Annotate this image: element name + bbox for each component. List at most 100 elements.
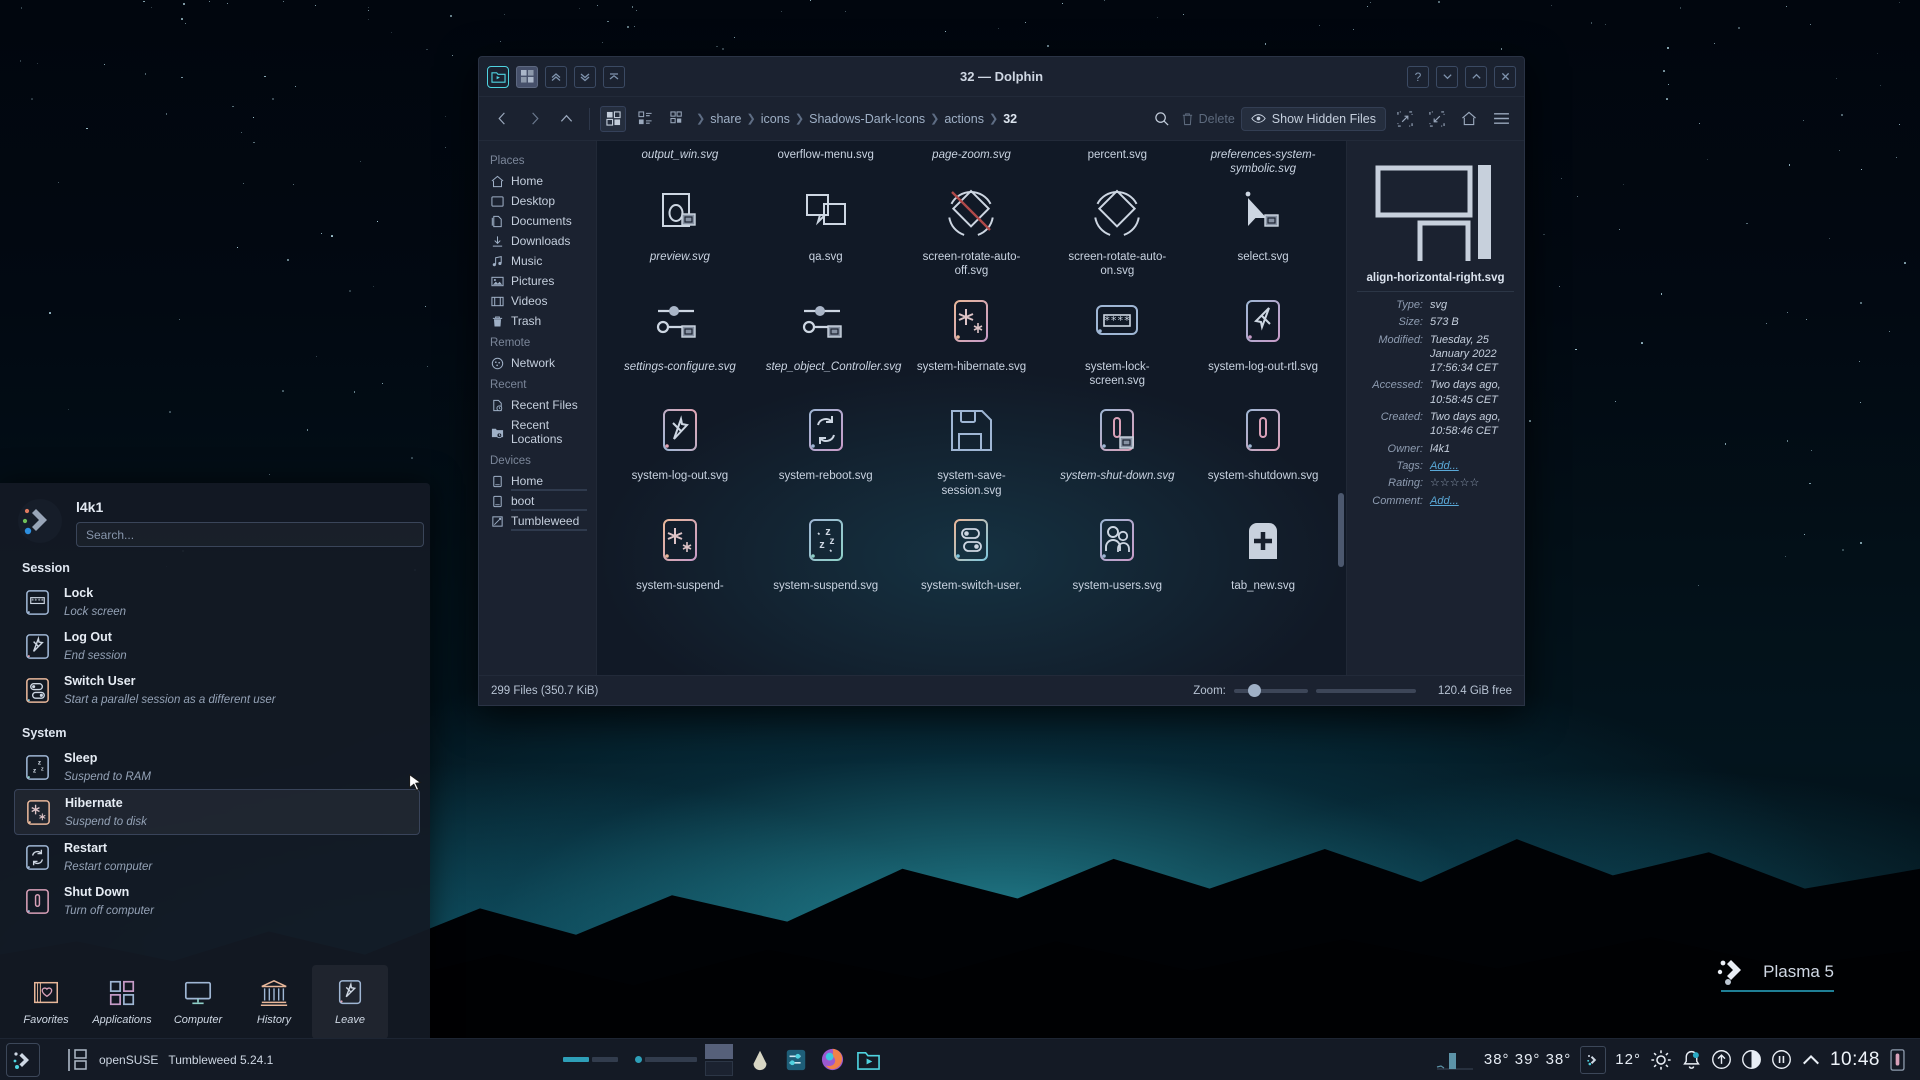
dolphin-icon[interactable] (853, 1045, 883, 1075)
file-grid-row[interactable]: preview.svg qa.svg screen-rotate-auto-of… (597, 177, 1346, 287)
tab-favorites[interactable]: Favorites (8, 965, 84, 1039)
file-item-screen-rotate-auto-on[interactable]: screen-rotate-auto-on.svg (1044, 177, 1190, 287)
place-item-documents[interactable]: Documents (479, 211, 596, 231)
plasma-tray-icon[interactable] (1580, 1045, 1607, 1074)
maximize-button[interactable] (1465, 65, 1487, 88)
pager-row-2[interactable] (635, 1056, 698, 1063)
place-item-recent-files[interactable]: Recent Files (479, 395, 596, 415)
pager-desktop-1[interactable] (563, 1057, 590, 1062)
sun-icon[interactable] (1650, 1049, 1672, 1071)
minimize-button[interactable] (1436, 65, 1458, 88)
file-item-qa[interactable]: qa.svg (753, 177, 899, 287)
place-item-trash[interactable]: Trash (479, 311, 596, 331)
file-item-system-reboot[interactable]: system-reboot.svg (753, 396, 899, 506)
file-label[interactable]: output_win.svg (642, 148, 719, 177)
file-label[interactable]: percent.svg (1088, 148, 1147, 177)
tab-history[interactable]: History (236, 965, 312, 1039)
file-grid-row[interactable]: system-log-out.svg system-reboot.svg sys… (597, 396, 1346, 506)
compact-view-icon[interactable] (632, 106, 658, 132)
file-item-tab-new[interactable]: tab_new.svg (1190, 506, 1336, 601)
tab-applications[interactable]: Applications (84, 965, 160, 1039)
kickoff-launcher[interactable]: l4k1 Search... Session **** Lock Lock sc… (0, 483, 430, 1043)
file-item-system-log-out[interactable]: system-log-out.svg (607, 396, 753, 506)
file-item-system-save-session[interactable]: system-save-session.svg (899, 396, 1045, 506)
krita-icon[interactable] (745, 1045, 775, 1075)
file-grid-row[interactable]: system-suspend- zzz system-suspend.svg s… (597, 506, 1346, 601)
folder-icon[interactable] (487, 65, 509, 88)
pager-icon[interactable] (705, 1043, 734, 1076)
clock[interactable]: 10:48 (1830, 1049, 1880, 1071)
file-item-settings-configure[interactable]: settings-configure.svg (607, 287, 753, 397)
collapse-up-icon[interactable] (603, 65, 625, 88)
breadcrumb[interactable]: ❯ share ❯ icons ❯ Shadows-Dark-Icons ❯ a… (696, 112, 1143, 126)
place-item-downloads[interactable]: Downloads (479, 231, 596, 251)
place-item-desktop[interactable]: Desktop (479, 191, 596, 211)
file-label[interactable]: preferences-system-symbolic.svg (1203, 148, 1323, 177)
system-tray[interactable]: 38° 39° 38° 12° 10:48 (1435, 1045, 1914, 1074)
forward-arrow-icon[interactable] (521, 106, 547, 132)
home-icon[interactable] (1456, 106, 1482, 132)
pager-row-1[interactable] (563, 1057, 619, 1062)
file-label[interactable]: page-zoom.svg (932, 148, 1011, 177)
breadcrumb-item-actions[interactable]: actions (944, 112, 984, 126)
updates-icon[interactable] (1711, 1049, 1732, 1070)
tab-computer[interactable]: Computer (160, 965, 236, 1039)
dolphin-window[interactable]: 32 — Dolphin ? ❯ share ❯ icons ❯ Shadows… (478, 56, 1525, 706)
avatar[interactable] (18, 499, 62, 543)
comment-add-link[interactable]: Add... (1430, 495, 1459, 507)
zoom-slider-track-right[interactable] (1315, 688, 1416, 693)
chevron-up-double-icon[interactable] (545, 65, 567, 88)
settings-sliders-icon[interactable] (781, 1045, 811, 1075)
rating-stars[interactable]: ☆☆☆☆☆ (1430, 476, 1479, 490)
file-label[interactable]: overflow-menu.svg (777, 148, 874, 177)
file-item-system-hibernate[interactable]: system-hibernate.svg (899, 287, 1045, 397)
file-item-select[interactable]: select.svg (1190, 177, 1336, 287)
file-item-system-shut-down[interactable]: system-shut-down.svg (1044, 396, 1190, 506)
media-pause-icon[interactable] (1771, 1049, 1792, 1070)
dolphin-toolbar[interactable]: ❯ share ❯ icons ❯ Shadows-Dark-Icons ❯ a… (479, 97, 1524, 141)
place-item-device-boot[interactable]: boot (479, 491, 596, 511)
kickoff-item-hibernate[interactable]: Hibernate Suspend to disk (14, 789, 420, 835)
show-hidden-files-button[interactable]: Show Hidden Files (1240, 106, 1386, 131)
notifications-bell-icon[interactable] (1681, 1049, 1702, 1070)
collapse-view-icon[interactable] (1424, 106, 1450, 132)
file-item-system-suspend[interactable]: zzz system-suspend.svg (753, 506, 899, 601)
file-item-preview[interactable]: preview.svg (607, 177, 753, 287)
pager-indicator[interactable] (635, 1056, 643, 1063)
file-grid-scrollbar[interactable] (1338, 493, 1344, 567)
taskbar-item-opensuse[interactable]: openSUSE Tumbleweed 5.24.1 (57, 1048, 283, 1072)
close-button[interactable] (1494, 65, 1516, 88)
dolphin-titlebar[interactable]: 32 — Dolphin ? (479, 57, 1524, 97)
show-hidden-tray-icon[interactable] (1801, 1050, 1821, 1070)
breadcrumb-item-icons[interactable]: icons (761, 112, 790, 126)
file-item-system-lock-screen[interactable]: **** system-lock-screen.svg (1044, 287, 1190, 397)
zoom-slider-handle[interactable] (1247, 683, 1261, 697)
place-item-pictures[interactable]: Pictures (479, 271, 596, 291)
place-item-device-tumbleweed[interactable]: Tumbleweed (479, 511, 596, 531)
back-arrow-icon[interactable] (489, 106, 515, 132)
firefox-icon[interactable] (817, 1045, 847, 1075)
tags-add-link[interactable]: Add... (1430, 460, 1459, 472)
file-item-system-users[interactable]: system-users.svg (1044, 506, 1190, 601)
place-item-videos[interactable]: Videos (479, 291, 596, 311)
file-item-system-switch-user[interactable]: system-switch-user. (899, 506, 1045, 601)
plasma-launcher-icon[interactable] (6, 1042, 40, 1077)
battery-icon[interactable] (1889, 1048, 1906, 1072)
icons-view-icon[interactable] (600, 105, 626, 132)
kickoff-item-switch-user[interactable]: Switch User Start a parallel session as … (0, 668, 430, 712)
tab-leave[interactable]: Leave (312, 965, 388, 1039)
taskbar-panel[interactable]: openSUSE Tumbleweed 5.24.1 38° 39° 38° 1… (0, 1038, 1920, 1080)
delete-button[interactable]: Delete (1181, 112, 1235, 126)
chevron-down-double-icon[interactable] (574, 65, 596, 88)
file-grid-row[interactable]: settings-configure.svg step_object_Contr… (597, 287, 1346, 397)
pager-desktop-2[interactable] (592, 1057, 619, 1062)
file-item-system-shutdown[interactable]: system-shutdown.svg (1190, 396, 1336, 506)
kickoff-item-lock[interactable]: **** Lock Lock screen (0, 580, 430, 624)
file-item-system-suspend-hibernate[interactable]: system-suspend- (607, 506, 753, 601)
hamburger-menu-icon[interactable] (1488, 106, 1514, 132)
breadcrumb-item-shadows-dark-icons[interactable]: Shadows-Dark-Icons (809, 112, 925, 126)
kickoff-tabbar[interactable]: Favorites Applications Computer History … (0, 961, 430, 1043)
place-item-music[interactable]: Music (479, 251, 596, 271)
file-item-system-log-out-rtl[interactable]: system-log-out-rtl.svg (1190, 287, 1336, 397)
kickoff-item-restart[interactable]: Restart Restart computer (0, 835, 430, 879)
